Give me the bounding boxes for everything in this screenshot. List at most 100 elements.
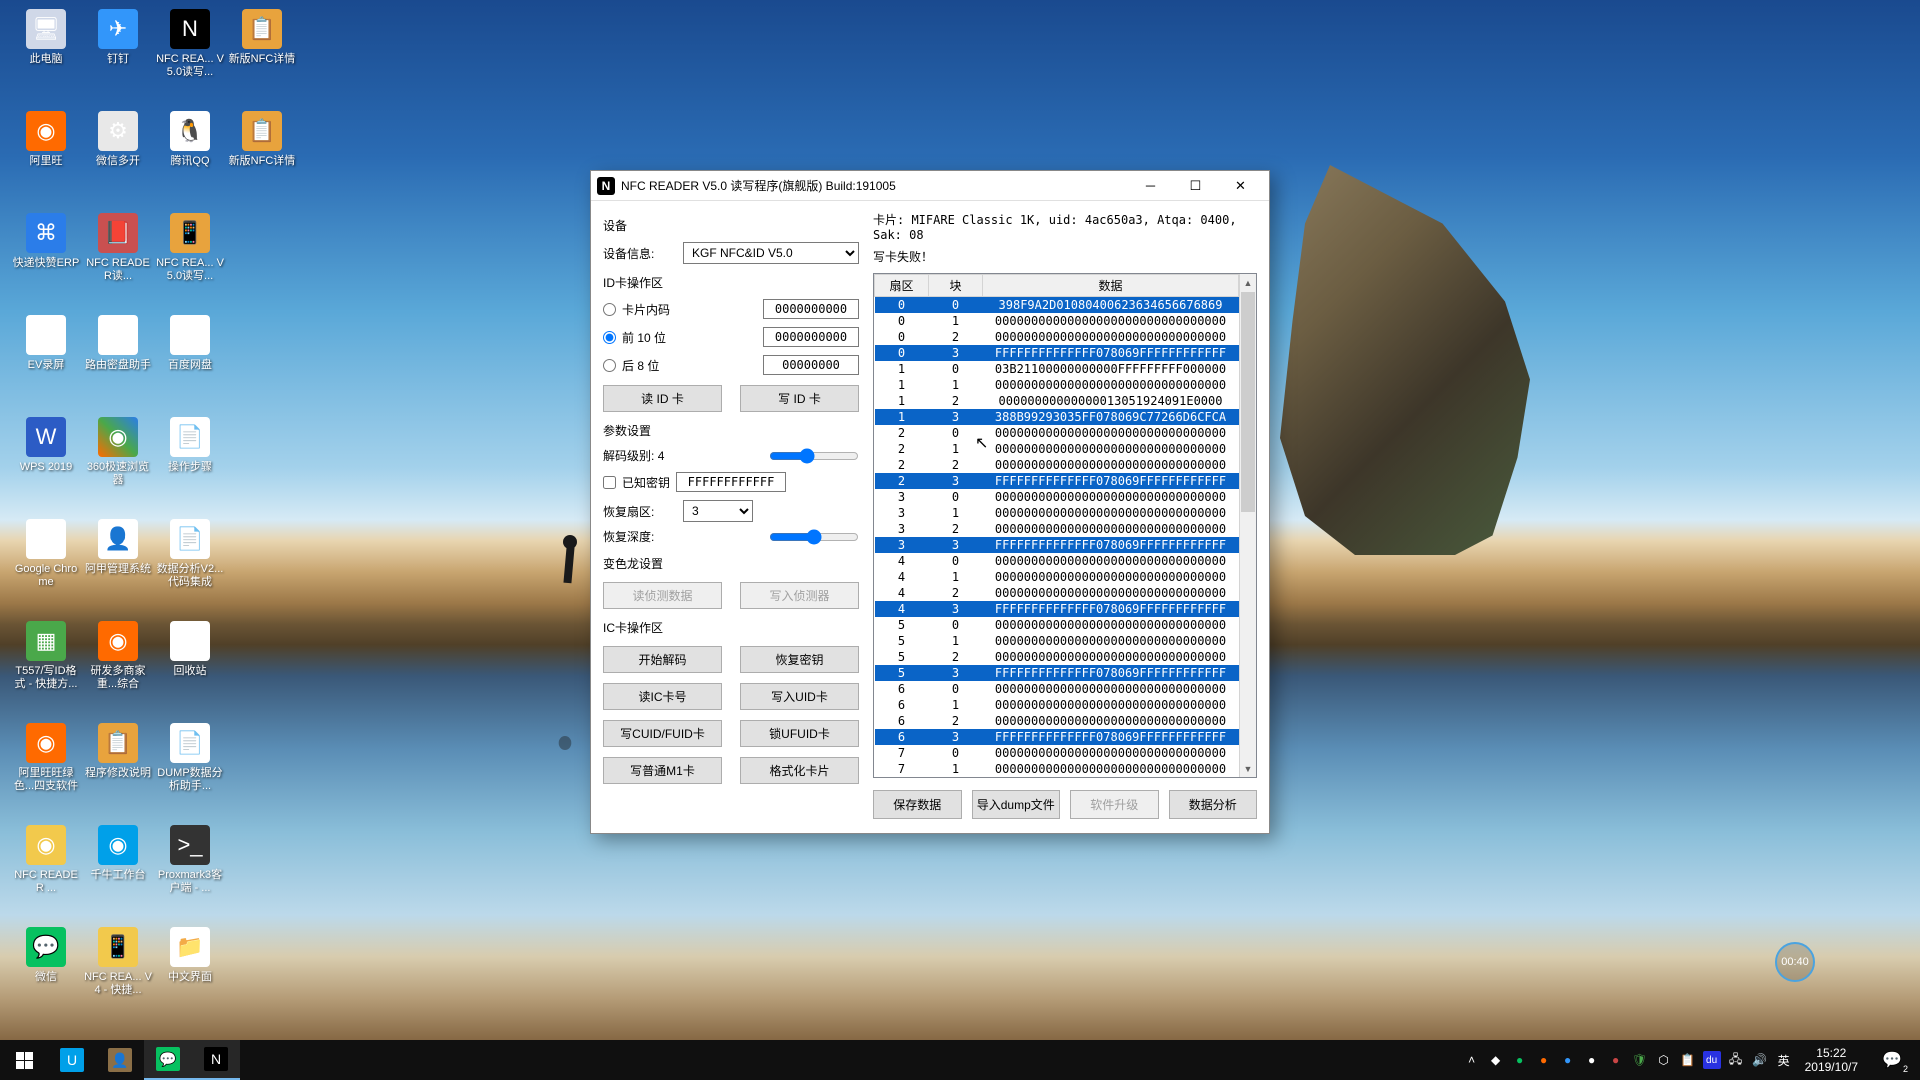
- desktop-icon[interactable]: 📄数据分析V2...代码集成: [154, 515, 226, 617]
- table-row[interactable]: 1100000000000000000000000000000000: [875, 377, 1239, 393]
- table-row[interactable]: 6200000000000000000000000000000000: [875, 713, 1239, 729]
- desktop-icon[interactable]: ◉NFC READER ...: [10, 821, 82, 923]
- write-id-button[interactable]: 写 ID 卡: [740, 385, 859, 412]
- write-m1-button[interactable]: 写普通M1卡: [603, 757, 722, 784]
- table-row[interactable]: 3200000000000000000000000000000000: [875, 521, 1239, 537]
- data-grid[interactable]: 扇区 块 数据 00398F9A2D0108040062363465667686…: [873, 273, 1257, 778]
- id-last8-input[interactable]: [763, 355, 859, 375]
- desktop-icon[interactable]: 📱NFC REA... V4 - 快捷...: [82, 923, 154, 1025]
- minimize-button[interactable]: ─: [1128, 172, 1173, 200]
- tray-chevron-up-icon[interactable]: ˄: [1461, 1040, 1483, 1080]
- tray-baidu-icon[interactable]: du: [1703, 1051, 1721, 1069]
- recover-key-button[interactable]: 恢复密钥: [740, 646, 859, 673]
- desktop-icon[interactable]: ∞百度网盘: [154, 311, 226, 413]
- table-row[interactable]: 2000000000000000000000000000000000: [875, 425, 1239, 441]
- desktop-icon[interactable]: ◉360极速浏览器: [82, 413, 154, 515]
- device-combo[interactable]: KGF NFC&ID V5.0: [683, 242, 859, 264]
- write-uid-button[interactable]: 写入UID卡: [740, 683, 859, 710]
- taskbar-clock[interactable]: 15:22 2019/10/7: [1797, 1046, 1866, 1075]
- tray-volume-icon[interactable]: 🔊: [1749, 1040, 1771, 1080]
- write-cuid-button[interactable]: 写CUID/FUID卡: [603, 720, 722, 747]
- table-row[interactable]: 0100000000000000000000000000000000: [875, 313, 1239, 329]
- recover-depth-slider[interactable]: [769, 529, 859, 545]
- table-row[interactable]: 6100000000000000000000000000000000: [875, 697, 1239, 713]
- close-button[interactable]: ✕: [1218, 172, 1263, 200]
- radio-card-internal[interactable]: [603, 303, 616, 316]
- desktop-icon[interactable]: 👤阿甲管理系统: [82, 515, 154, 617]
- desktop-icon[interactable]: 📄DUMP数据分析助手...: [154, 719, 226, 821]
- table-row[interactable]: 3000000000000000000000000000000000: [875, 489, 1239, 505]
- desktop-icon[interactable]: 💬微信: [10, 923, 82, 1025]
- start-decode-button[interactable]: 开始解码: [603, 646, 722, 673]
- table-row[interactable]: 5000000000000000000000000000000000: [875, 617, 1239, 633]
- known-key-input[interactable]: [676, 472, 786, 492]
- table-row[interactable]: 53FFFFFFFFFFFFFF078069FFFFFFFFFFFF: [875, 665, 1239, 681]
- desktop-icon[interactable]: 📱NFC REA... V5.0读写...: [154, 209, 226, 311]
- desktop-icon[interactable]: 🖥此电脑: [10, 5, 82, 107]
- table-row[interactable]: 3100000000000000000000000000000000: [875, 505, 1239, 521]
- task-nfc-app[interactable]: N: [192, 1040, 240, 1080]
- table-row[interactable]: 1200000000000000013051924091E0000: [875, 393, 1239, 409]
- task-app-2[interactable]: 👤: [96, 1040, 144, 1080]
- tray-icon-1[interactable]: ◆: [1485, 1040, 1507, 1080]
- tray-network-icon[interactable]: 🖧: [1725, 1040, 1747, 1080]
- tray-icon-6[interactable]: ●: [1605, 1040, 1627, 1080]
- format-card-button[interactable]: 格式化卡片: [740, 757, 859, 784]
- table-row[interactable]: 7000000000000000000000000000000000: [875, 745, 1239, 761]
- maximize-button[interactable]: ☐: [1173, 172, 1218, 200]
- desktop-icon[interactable]: ✈钉钉: [82, 5, 154, 107]
- table-row[interactable]: 03FFFFFFFFFFFFFF078069FFFFFFFFFFFF: [875, 345, 1239, 361]
- desktop-icon[interactable]: 📋程序修改说明: [82, 719, 154, 821]
- table-row[interactable]: 2100000000000000000000000000000000: [875, 441, 1239, 457]
- desktop-icon[interactable]: NNFC REA... V5.0读写...: [154, 5, 226, 107]
- desktop-icon[interactable]: ⚙微信多开: [82, 107, 154, 209]
- tray-icon-5[interactable]: ●: [1581, 1040, 1603, 1080]
- table-row[interactable]: 43FFFFFFFFFFFFFF078069FFFFFFFFFFFF: [875, 601, 1239, 617]
- table-row[interactable]: 33FFFFFFFFFFFFFF078069FFFFFFFFFFFF: [875, 537, 1239, 553]
- table-row[interactable]: 2200000000000000000000000000000000: [875, 457, 1239, 473]
- scroll-up-icon[interactable]: ▲: [1240, 274, 1256, 291]
- table-row[interactable]: 1003B21100000000000FFFFFFFFF000000: [875, 361, 1239, 377]
- scroll-down-icon[interactable]: ▼: [1240, 760, 1256, 777]
- task-app-1[interactable]: U: [48, 1040, 96, 1080]
- tray-icon-9[interactable]: 📋: [1677, 1040, 1699, 1080]
- tray-icon-8[interactable]: ⬡: [1653, 1040, 1675, 1080]
- desktop-icon[interactable]: 📕NFC READER读...: [82, 209, 154, 311]
- desktop-icon[interactable]: ◉研发多商家重...综合: [82, 617, 154, 719]
- table-row[interactable]: 4100000000000000000000000000000000: [875, 569, 1239, 585]
- table-row[interactable]: 5200000000000000000000000000000000: [875, 649, 1239, 665]
- table-row[interactable]: 7100000000000000000000000000000000: [875, 761, 1239, 777]
- import-dump-button[interactable]: 导入dump文件: [972, 790, 1061, 819]
- table-row[interactable]: 5100000000000000000000000000000000: [875, 633, 1239, 649]
- table-row[interactable]: 63FFFFFFFFFFFFFF078069FFFFFFFFFFFF: [875, 729, 1239, 745]
- lock-ufuid-button[interactable]: 锁UFUID卡: [740, 720, 859, 747]
- desktop-icon[interactable]: 🖨路由密盘助手: [82, 311, 154, 413]
- col-data[interactable]: 数据: [983, 275, 1239, 297]
- radio-last8[interactable]: [603, 359, 616, 372]
- task-wechat[interactable]: 💬: [144, 1040, 192, 1080]
- desktop-icon[interactable]: >_Proxmark3客户端 - ...: [154, 821, 226, 923]
- titlebar[interactable]: N NFC READER V5.0 读写程序(旗舰版) Build:191005…: [591, 171, 1269, 201]
- desktop-icon[interactable]: ◉Google Chrome: [10, 515, 82, 617]
- desktop-icon[interactable]: ◉EV录屏: [10, 311, 82, 413]
- col-block[interactable]: 块: [929, 275, 983, 297]
- desktop-icon[interactable]: ◉阿里旺旺绿色...四支软件: [10, 719, 82, 821]
- desktop-icon[interactable]: ▦T557/写ID格式 - 快捷方...: [10, 617, 82, 719]
- desktop-icon[interactable]: WWPS 2019: [10, 413, 82, 515]
- desktop-icon[interactable]: ◉阿里旺: [10, 107, 82, 209]
- read-ic-button[interactable]: 读IC卡号: [603, 683, 722, 710]
- known-key-checkbox[interactable]: [603, 476, 616, 489]
- col-sector[interactable]: 扇区: [875, 275, 929, 297]
- save-data-button[interactable]: 保存数据: [873, 790, 962, 819]
- table-row[interactable]: 0200000000000000000000000000000000: [875, 329, 1239, 345]
- tray-icon-3[interactable]: ●: [1533, 1040, 1555, 1080]
- table-row[interactable]: 4000000000000000000000000000000000: [875, 553, 1239, 569]
- radio-first10[interactable]: [603, 331, 616, 344]
- tray-ime[interactable]: 英: [1773, 1040, 1795, 1080]
- desktop-icon[interactable]: 🐧腾讯QQ: [154, 107, 226, 209]
- id-first10-input[interactable]: [763, 327, 859, 347]
- table-row[interactable]: 00398F9A2D01080400623634656676869: [875, 297, 1239, 314]
- read-id-button[interactable]: 读 ID 卡: [603, 385, 722, 412]
- start-button[interactable]: [0, 1040, 48, 1080]
- desktop-icon[interactable]: 📄操作步骤: [154, 413, 226, 515]
